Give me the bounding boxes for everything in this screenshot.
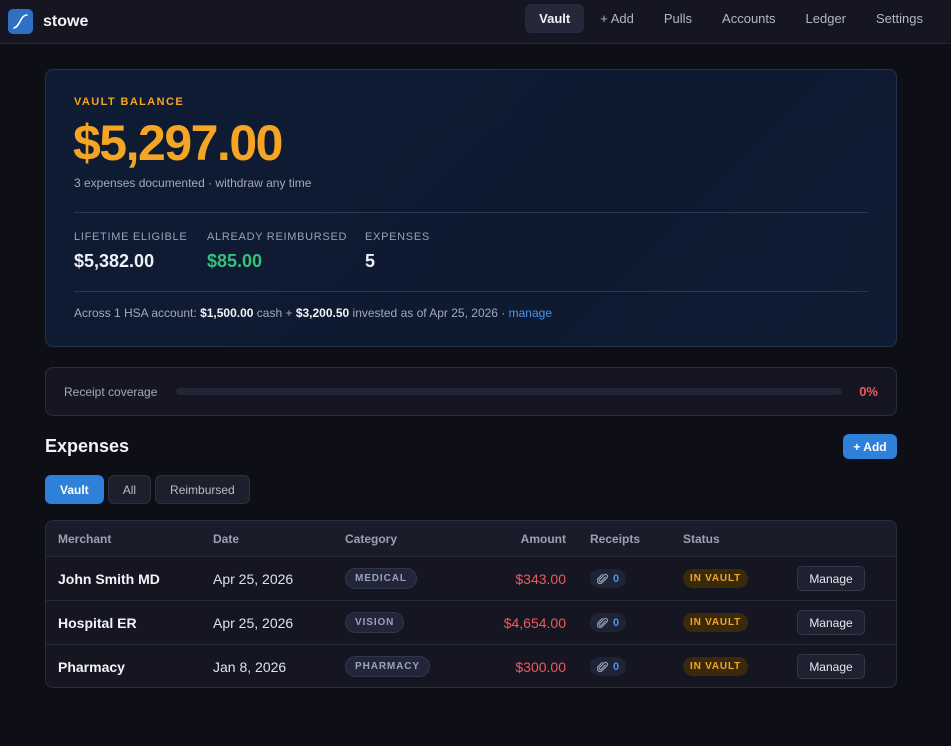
column-header-receipts: Receipts xyxy=(590,531,641,546)
hsa-summary: Across 1 HSA account: $1,500.00 cash + $… xyxy=(74,306,552,320)
nav-accounts[interactable]: Accounts xyxy=(708,4,789,33)
app-name: stowe xyxy=(43,12,89,30)
divider xyxy=(74,291,868,292)
vault-balance-amount: $5,297.00 xyxy=(73,115,283,171)
manage-button[interactable]: Manage xyxy=(797,610,865,635)
stat-value: $5,382.00 xyxy=(74,251,155,271)
column-header-category: Category xyxy=(345,531,398,546)
stat-label: ALREADY REIMBURSED xyxy=(207,231,348,243)
paperclip-icon xyxy=(597,573,609,584)
stat-value: 5 xyxy=(365,251,376,271)
amount-cell: $343.00 xyxy=(515,570,566,587)
status-cell: IN VAULT xyxy=(683,645,749,687)
nav-pulls[interactable]: Pulls xyxy=(650,4,706,33)
date-cell: Apr 25, 2026 xyxy=(213,570,294,587)
stat-label: LIFETIME ELIGIBLE xyxy=(74,231,188,243)
curve-logo-icon xyxy=(8,9,33,34)
column-header-merchant: Merchant xyxy=(58,531,112,546)
manage-button[interactable]: Manage xyxy=(797,654,865,679)
receipts-cell: 0 xyxy=(590,601,627,644)
receipts-cell: 0 xyxy=(590,557,627,600)
status-badge: IN VAULT xyxy=(683,657,749,676)
category-cell: VISION xyxy=(345,601,405,644)
hsa-invested-suffix: invested as of Apr 25, 2026 · xyxy=(349,306,509,320)
hsa-prefix: Across 1 HSA account: xyxy=(74,306,201,320)
add-expense-button[interactable]: + Add xyxy=(843,434,897,459)
column-header-date: Date xyxy=(213,531,240,546)
status-badge: IN VAULT xyxy=(683,569,749,588)
nav-vault[interactable]: Vault xyxy=(525,4,585,33)
main-nav: Vault + Add Pulls Accounts Ledger Settin… xyxy=(525,4,937,33)
filter-all[interactable]: All xyxy=(107,475,152,504)
coverage-progress-bar xyxy=(176,388,842,395)
category-cell: PHARMACY xyxy=(345,645,430,687)
category-badge: MEDICAL xyxy=(345,568,417,589)
top-navbar: stowe Vault + Add Pulls Accounts Ledger … xyxy=(0,0,951,44)
brand[interactable]: stowe xyxy=(0,9,88,34)
stat-label: EXPENSES xyxy=(365,231,430,243)
vault-balance-label: VAULT BALANCE xyxy=(74,96,185,108)
action-cell: Manage xyxy=(797,645,865,687)
date-cell: Jan 8, 2026 xyxy=(213,658,287,675)
divider xyxy=(74,212,868,213)
vault-balance-card: VAULT BALANCE $5,297.00 3 expenses docum… xyxy=(45,69,897,347)
category-badge: VISION xyxy=(345,612,405,633)
expenses-title: Expenses xyxy=(45,436,130,456)
hsa-cash: $1,500.00 xyxy=(200,306,254,320)
table-header: Merchant Date Category Amount Receipts S… xyxy=(46,521,896,556)
coverage-percent: 0% xyxy=(859,384,878,399)
nav-settings[interactable]: Settings xyxy=(862,4,937,33)
column-header-status: Status xyxy=(683,531,720,546)
category-badge: PHARMACY xyxy=(345,656,430,677)
paperclip-icon xyxy=(597,617,609,628)
receipts-badge[interactable]: 0 xyxy=(590,569,627,588)
table-row: John Smith MD Apr 25, 2026 MEDICAL $343.… xyxy=(46,556,896,600)
stat-already-reimbursed: ALREADY REIMBURSED $85.00 xyxy=(207,231,347,272)
amount-cell: $300.00 xyxy=(515,658,566,675)
amount-cell: $4,654.00 xyxy=(503,614,566,631)
table-row: Pharmacy Jan 8, 2026 PHARMACY $300.00 0 … xyxy=(46,644,896,687)
vault-balance-subtitle: 3 expenses documented · withdraw any tim… xyxy=(74,176,312,190)
receipts-badge[interactable]: 0 xyxy=(590,657,627,676)
status-cell: IN VAULT xyxy=(683,557,749,600)
status-cell: IN VAULT xyxy=(683,601,749,644)
date-cell: Apr 25, 2026 xyxy=(213,614,294,631)
expense-filters: Vault All Reimbursed xyxy=(45,475,250,504)
receipts-count: 0 xyxy=(613,616,620,629)
action-cell: Manage xyxy=(797,601,865,644)
nav-ledger[interactable]: Ledger xyxy=(792,4,860,33)
receipts-count: 0 xyxy=(613,660,620,673)
receipt-coverage-panel: Receipt coverage 0% xyxy=(45,367,897,416)
merchant-cell: Hospital ER xyxy=(58,614,137,631)
table-row: Hospital ER Apr 25, 2026 VISION $4,654.0… xyxy=(46,600,896,644)
stat-expenses: EXPENSES 5 xyxy=(365,231,430,272)
nav-add[interactable]: + Add xyxy=(586,4,648,33)
receipts-cell: 0 xyxy=(590,645,627,687)
manage-button[interactable]: Manage xyxy=(797,566,865,591)
merchant-cell: John Smith MD xyxy=(58,570,160,587)
stat-lifetime-eligible: LIFETIME ELIGIBLE $5,382.00 xyxy=(74,231,187,272)
coverage-label: Receipt coverage xyxy=(64,384,158,399)
filter-vault[interactable]: Vault xyxy=(45,475,104,504)
category-cell: MEDICAL xyxy=(345,557,417,600)
stat-value: $85.00 xyxy=(207,251,263,271)
manage-accounts-link[interactable]: manage xyxy=(509,306,552,320)
status-badge: IN VAULT xyxy=(683,613,749,632)
column-header-amount: Amount xyxy=(520,531,566,546)
merchant-cell: Pharmacy xyxy=(58,658,125,675)
paperclip-icon xyxy=(597,661,609,672)
receipts-badge[interactable]: 0 xyxy=(590,613,627,632)
filter-reimbursed[interactable]: Reimbursed xyxy=(155,475,250,504)
expenses-table: Merchant Date Category Amount Receipts S… xyxy=(45,520,897,688)
hsa-cash-suffix: cash + xyxy=(253,306,296,320)
hsa-invested: $3,200.50 xyxy=(295,306,350,320)
receipts-count: 0 xyxy=(613,572,620,585)
action-cell: Manage xyxy=(797,557,865,600)
